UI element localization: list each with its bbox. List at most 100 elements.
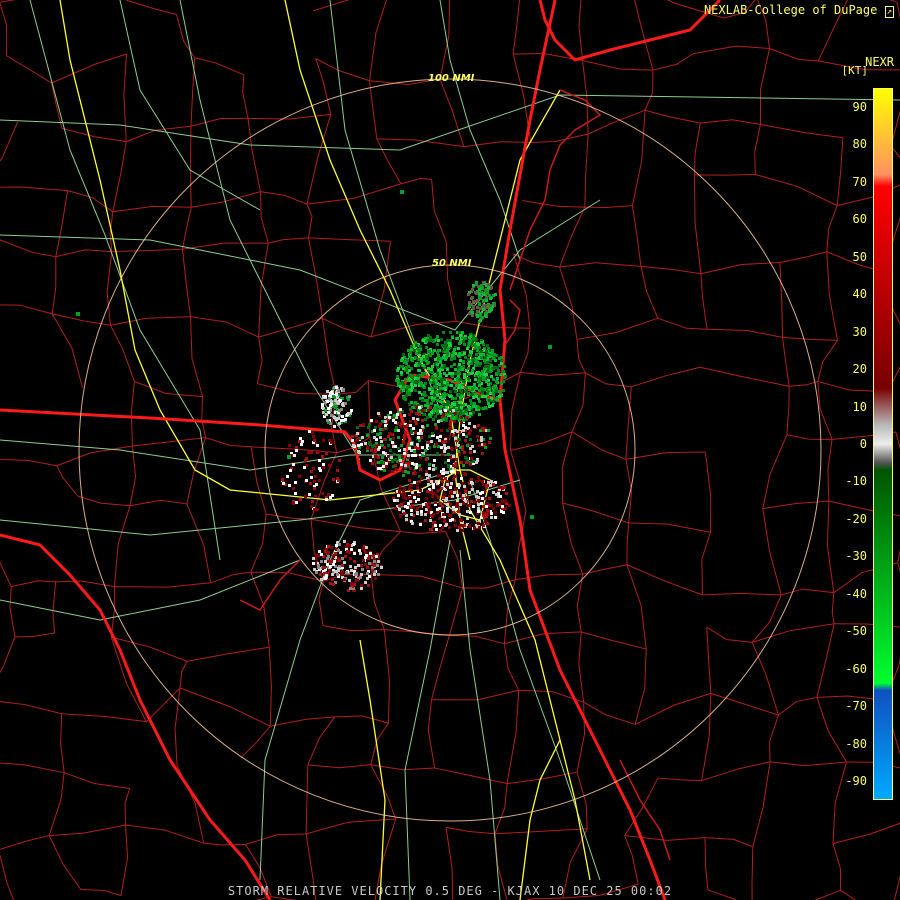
- echo-pixel: [436, 409, 439, 412]
- echo-pixel: [336, 396, 339, 399]
- echo-pixel: [399, 459, 402, 462]
- echo-pixel: [439, 502, 442, 505]
- echo-pixel: [423, 372, 426, 375]
- echo-pixel: [491, 349, 494, 352]
- echo-pixel: [338, 459, 341, 462]
- echo-pixel: [445, 419, 448, 422]
- echo-pixel: [378, 425, 381, 428]
- echo-pixel: [433, 397, 436, 400]
- echo-pixel: [477, 522, 480, 525]
- echo-pixel: [366, 445, 369, 448]
- echo-pixel: [326, 419, 329, 422]
- echo-pixel: [440, 405, 443, 408]
- echo-pixel: [471, 445, 474, 448]
- echo-pixel: [487, 383, 490, 386]
- echo-pixel: [292, 487, 295, 490]
- echo-pixel: [474, 346, 477, 349]
- echo-pixel: [402, 474, 405, 477]
- echo-pixel: [392, 437, 395, 440]
- echo-pixel: [417, 358, 420, 361]
- echo-pixel: [482, 483, 485, 486]
- echo-pixel: [459, 378, 462, 381]
- echo-pixel: [466, 347, 469, 350]
- echo-pixel: [460, 519, 463, 522]
- echo-pixel: [468, 504, 471, 507]
- echo-pixel: [304, 495, 307, 498]
- echo-pixel: [484, 314, 487, 317]
- echo-pixel: [436, 511, 439, 514]
- echo-pixel: [327, 493, 330, 496]
- echo-pixel: [456, 393, 459, 396]
- echo-pixel: [418, 406, 421, 409]
- echo-pixel: [483, 443, 486, 446]
- echo-pixel: [399, 425, 402, 428]
- echo-pixel: [357, 564, 360, 567]
- echo-pixel: [432, 468, 435, 471]
- echo-pixel: [452, 478, 455, 481]
- echo-pixel: [447, 465, 450, 468]
- echo-pixel: [376, 564, 379, 567]
- echo-pixel: [469, 438, 472, 441]
- echo-pixel: [429, 406, 432, 409]
- echo-pixel: [400, 359, 403, 362]
- echo-pixel: [429, 336, 432, 339]
- echo-pixel: [410, 389, 413, 392]
- echo-pixel: [456, 471, 459, 474]
- echo-pixel: [288, 444, 291, 447]
- echo-pixel: [441, 344, 444, 347]
- echo-pixel: [496, 377, 499, 380]
- echo-pixel: [383, 446, 386, 449]
- echo-pixel: [492, 491, 495, 494]
- echo-pixel: [360, 573, 363, 576]
- echo-pixel: [476, 435, 479, 438]
- echo-pixel: [504, 499, 507, 502]
- echo-pixel: [309, 482, 312, 485]
- echo-pixel: [323, 566, 326, 569]
- echo-pixel: [422, 339, 425, 342]
- echo-pixel: [439, 410, 442, 413]
- echo-pixel: [498, 395, 501, 398]
- echo-pixel: [348, 551, 351, 554]
- echo-pixel: [305, 479, 308, 482]
- echo-pixel: [404, 431, 407, 434]
- echo-pixel: [434, 358, 437, 361]
- echo-pixel: [459, 334, 462, 337]
- echo-pixel: [442, 472, 445, 475]
- echo-pixel: [334, 552, 337, 555]
- echo-pixel: [456, 430, 459, 433]
- echo-pixel: [452, 455, 455, 458]
- echo-pixel: [476, 314, 479, 317]
- echo-pixel: [349, 557, 352, 560]
- echo-pixel: [404, 378, 407, 381]
- echo-pixel: [411, 380, 414, 383]
- echo-pixel: [324, 395, 327, 398]
- echo-pixel: [489, 297, 492, 300]
- echo-pixel: [415, 466, 418, 469]
- echo-pixel: [407, 471, 410, 474]
- echo-pixel: [347, 412, 350, 415]
- echo-pixel: [431, 375, 434, 378]
- echo-pixel: [325, 413, 328, 416]
- echo-pixel: [476, 361, 479, 364]
- echo-pixel: [485, 515, 488, 518]
- echo-pixel: [391, 460, 394, 463]
- echo-pixel: [489, 359, 492, 362]
- echo-pixel: [414, 420, 417, 423]
- echo-pixel: [401, 455, 404, 458]
- echo-pixel: [364, 563, 367, 566]
- echo-pixel: [343, 540, 346, 543]
- echo-pixel: [343, 578, 346, 581]
- echo-pixel: [433, 459, 436, 462]
- echo-pixel: [459, 503, 462, 506]
- echo-pixel: [424, 382, 427, 385]
- echo-pixel: [443, 366, 446, 369]
- echo-pixel: [425, 340, 428, 343]
- echo-pixel: [454, 368, 457, 371]
- echo-pixel: [418, 413, 421, 416]
- echo-pixel: [393, 414, 396, 417]
- echo-pixel: [374, 450, 377, 453]
- echo-pixel: [437, 339, 440, 342]
- echo-pixel: [472, 359, 475, 362]
- echo-pixel: [359, 424, 362, 427]
- echo-pixel: [332, 478, 335, 481]
